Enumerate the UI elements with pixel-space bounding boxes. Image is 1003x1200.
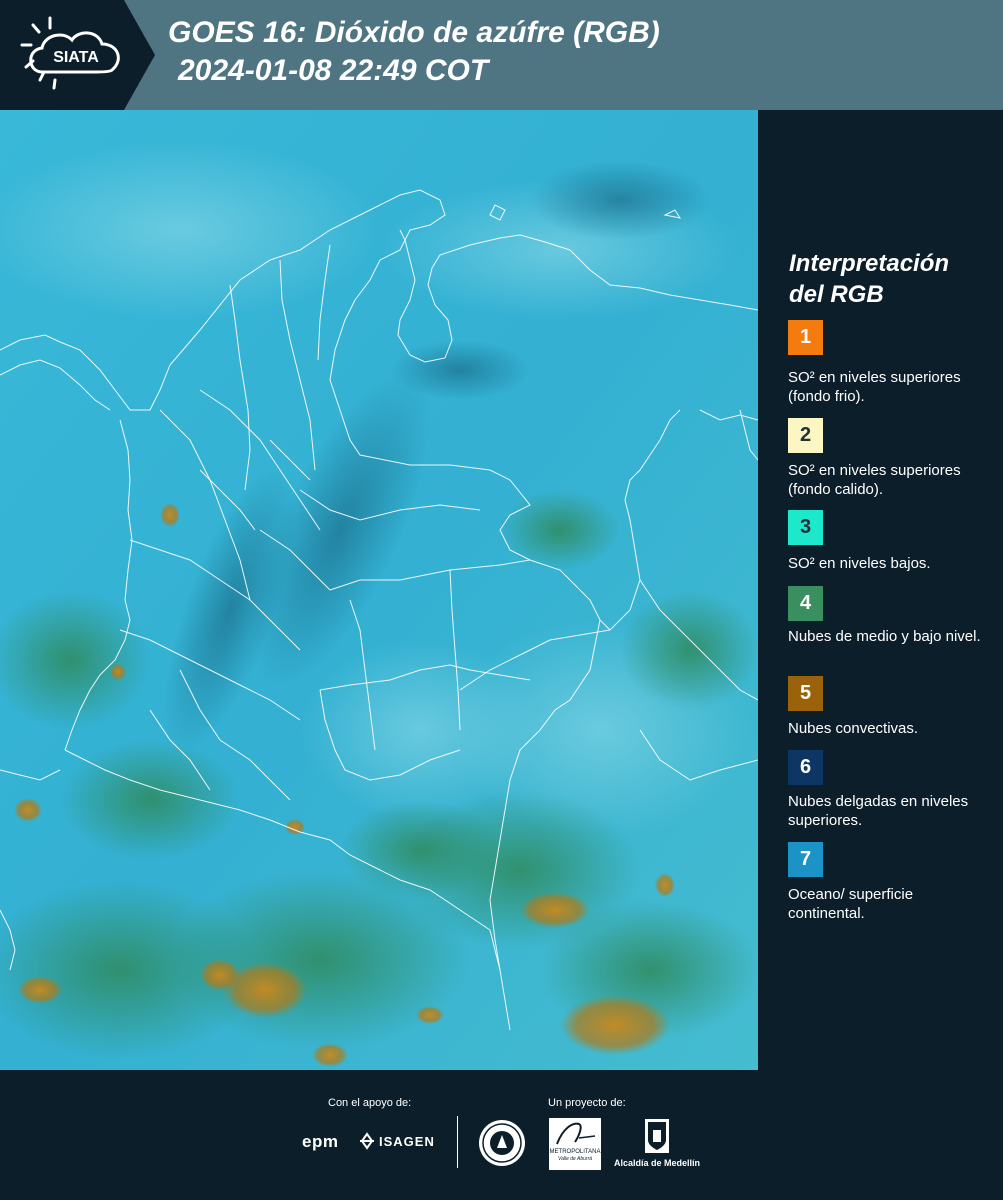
- legend-description-7: Oceano/ superficie continental.: [788, 886, 914, 922]
- legend-description-5: Nubes convectivas.: [788, 720, 919, 737]
- legend-swatch-3: 3: [788, 510, 823, 545]
- siata-logo-text: SIATA: [53, 49, 99, 66]
- legend-description-3: SO² en niveles bajos.: [788, 555, 931, 572]
- footer-divider: [457, 1116, 458, 1168]
- legend-title: Interpretación del RGB: [789, 250, 950, 308]
- legend-description-4: Nubes de medio y bajo nivel.: [788, 628, 981, 645]
- footer: Con el apoyo de: Un proyecto de: epm ISA…: [0, 1070, 1003, 1200]
- area-logo-icon: [556, 1122, 596, 1145]
- legend-swatch-6: 6: [788, 750, 823, 785]
- header-bar: SIATA GOES 16: Dióxido de azúfre (RGB) 2…: [0, 0, 1003, 110]
- alcaldia-logo: Alcaldía de Medellín: [610, 1118, 704, 1168]
- isagen-mark-icon: [360, 1132, 374, 1150]
- alcaldia-logo-text: Alcaldía de Medellín: [613, 1158, 701, 1168]
- legend-swatch-2: 2: [788, 418, 823, 453]
- epm-logo: epm: [302, 1132, 338, 1152]
- legend-swatch-1: 1: [788, 320, 823, 355]
- title-line-product: GOES 16: Dióxido de azúfre (RGB): [168, 16, 660, 49]
- legend-description-1: SO² en niveles superiores (fondo frio).: [788, 369, 961, 405]
- satellite-map: [0, 110, 758, 1070]
- legend-swatch-7: 7: [788, 842, 823, 877]
- title-line-datetime: 2024-01-08 22:49 COT: [178, 54, 489, 87]
- alcaldia-shield-icon: [645, 1119, 669, 1153]
- area-metropolitana-logo: METROPOLITANA Valle de Aburrá: [549, 1118, 601, 1170]
- page-title: GOES 16: Dióxido de azúfre (RGB) 2024-01…: [168, 14, 660, 90]
- isagen-logo-text: ISAGEN: [379, 1133, 435, 1149]
- legend-description-6: Nubes delgadas en niveles superiores.: [788, 793, 969, 829]
- legend-swatch-5: 5: [788, 676, 823, 711]
- area-logo-text: METROPOLITANA: [549, 1149, 601, 1155]
- isagen-logo: ISAGEN: [358, 1132, 435, 1150]
- legend-swatch-4: 4: [788, 586, 823, 621]
- siata-logo: SIATA: [0, 0, 155, 110]
- legend-description-2: SO² en niveles superiores (fondo calido)…: [788, 462, 961, 498]
- support-label: Con el apoyo de:: [328, 1097, 412, 1109]
- legend-panel: Interpretación del RGB 1 SO² en niveles s…: [760, 110, 1003, 1070]
- medellin-seal-icon: [477, 1118, 527, 1173]
- area-logo-subtext: Valle de Aburrá: [557, 1156, 593, 1162]
- epm-logo-text: epm: [302, 1132, 339, 1151]
- project-label: Un proyecto de:: [548, 1097, 626, 1109]
